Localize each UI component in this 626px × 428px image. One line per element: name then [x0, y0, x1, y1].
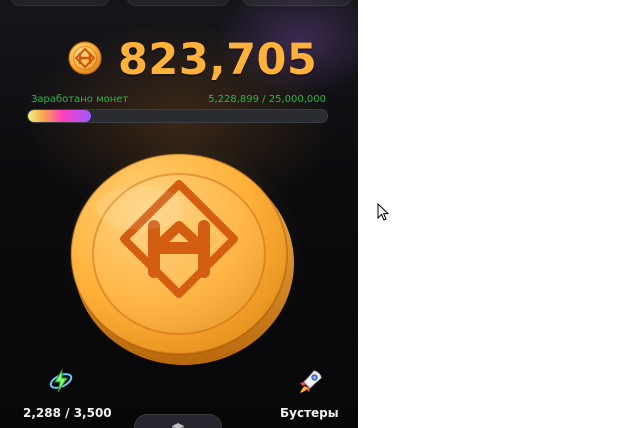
earned-progress-bar	[27, 109, 328, 123]
bottom-toolbar-pill[interactable]	[134, 414, 222, 428]
top-tab-right[interactable]	[242, 0, 352, 6]
top-tab-left[interactable]	[10, 0, 110, 6]
earned-progress-fill	[28, 110, 91, 122]
coin-icon	[67, 40, 103, 76]
energy-widget: 2,288 / 3,500	[20, 368, 112, 424]
coin-balance-value: 823,705	[118, 35, 318, 85]
rocket-icon	[296, 368, 324, 396]
top-tab-center[interactable]	[126, 0, 230, 6]
boosters-label: Бустеры	[280, 406, 339, 420]
earned-coins-label: Заработано монет	[31, 94, 129, 105]
cube-icon	[171, 418, 185, 428]
balance-row: 823,705	[0, 32, 358, 88]
mouse-pointer-icon	[377, 202, 390, 221]
tap-coin-button[interactable]	[58, 130, 301, 372]
earned-coins-progress-text: 5,228,899 / 25,000,000	[208, 94, 326, 105]
lightning-orbit-icon	[48, 368, 74, 394]
energy-value: 2,288 / 3,500	[23, 406, 112, 420]
boosters-button[interactable]: Бустеры	[276, 368, 346, 424]
app-viewport: 823,705 Заработано монет 5,228,899 / 25,…	[0, 0, 358, 428]
top-navigation	[0, 0, 358, 6]
